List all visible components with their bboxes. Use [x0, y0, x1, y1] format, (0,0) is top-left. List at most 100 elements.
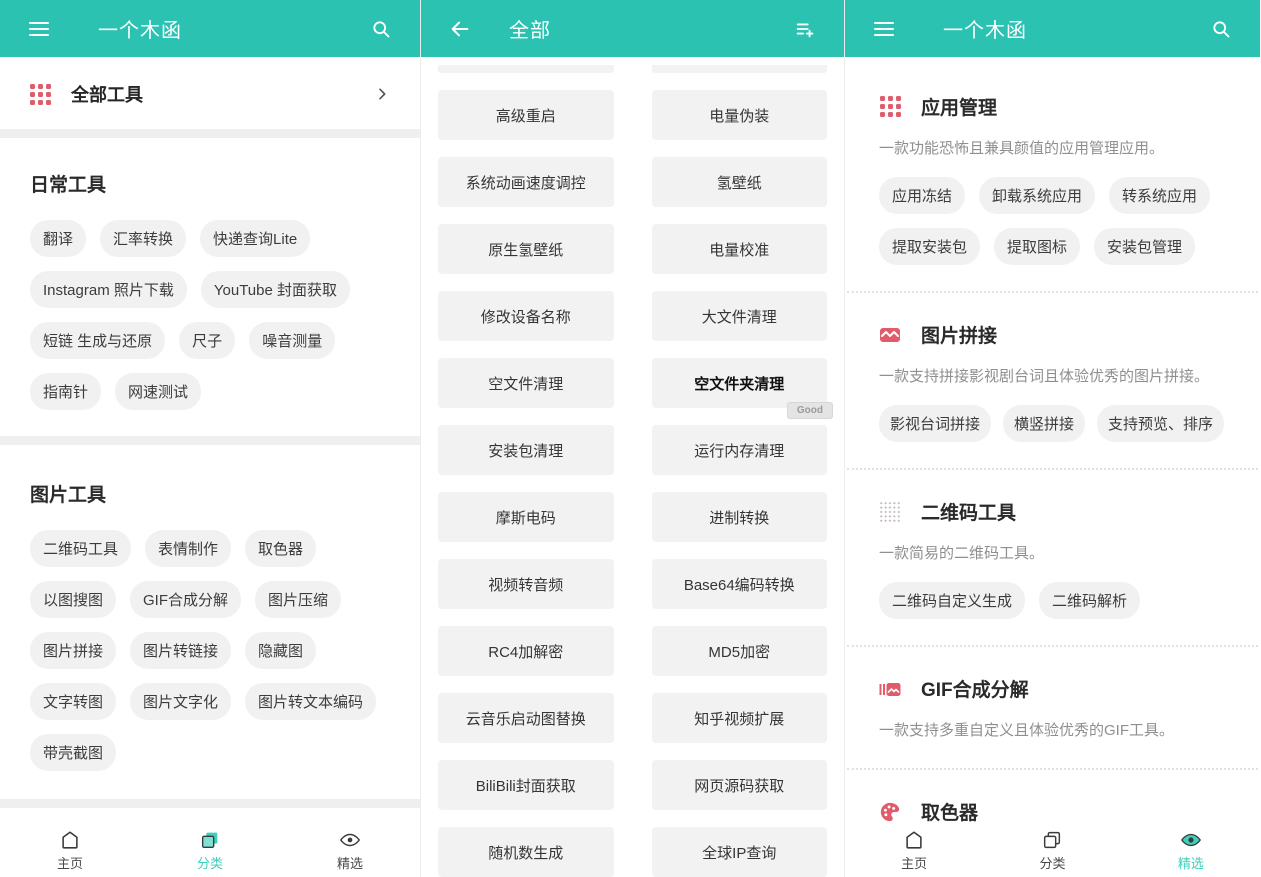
tool-chip[interactable]: 尺子 [179, 322, 235, 359]
feature-chip[interactable]: 应用冻结 [879, 177, 965, 214]
tool-button[interactable]: 氢壁纸 [652, 157, 828, 207]
tool-chip[interactable]: 图片文字化 [130, 683, 231, 720]
tool-chip[interactable]: 快递查询Lite [200, 220, 310, 257]
back-button[interactable] [447, 16, 473, 42]
tool-chip[interactable]: 汇率转换 [100, 220, 186, 257]
tool-chip[interactable]: 取色器 [245, 530, 316, 567]
tool-chip[interactable]: 指南针 [30, 373, 101, 410]
tool-chip[interactable]: 翻译 [30, 220, 86, 257]
feature-chip[interactable]: 横竖拼接 [1003, 405, 1085, 442]
tool-chip[interactable]: 短链 生成与还原 [30, 322, 165, 359]
tool-button[interactable]: 修改设备名称 [438, 291, 614, 341]
divider [847, 768, 1258, 770]
nav-categories[interactable]: 分类 [983, 829, 1121, 872]
featured-title: 图片拼接 [921, 321, 997, 348]
tool-button[interactable]: 空文件清理 [438, 358, 614, 408]
nav-home[interactable]: 主页 [0, 829, 140, 872]
tool-chip[interactable]: GIF合成分解 [130, 581, 241, 618]
tool-chip[interactable]: Instagram 照片下载 [30, 271, 187, 308]
tool-button[interactable]: 大文件清理 [652, 291, 828, 341]
featured-description: 一款功能恐怖且兼具颜值的应用管理应用。 [879, 137, 1226, 158]
sort-button[interactable] [792, 16, 818, 42]
all-tools-grid-icon [30, 84, 51, 105]
nav-home[interactable]: 主页 [845, 829, 983, 872]
tool-chip[interactable]: 图片转文本编码 [245, 683, 376, 720]
featured-description: 一款简易的二维码工具。 [879, 542, 1226, 563]
tool-button[interactable]: 电量伪装 [652, 90, 828, 140]
tool-chip[interactable]: YouTube 封面获取 [201, 271, 350, 308]
nav-label: 主页 [57, 853, 83, 872]
tool-button[interactable]: 电量校准 [652, 224, 828, 274]
tool-button[interactable]: 运行内存清理 [652, 425, 828, 475]
feature-chip[interactable]: 支持预览、排序 [1097, 405, 1224, 442]
eye-icon [338, 829, 362, 851]
tool-chip[interactable]: 图片拼接 [30, 632, 116, 669]
search-button[interactable] [1208, 16, 1234, 42]
tool-chip[interactable]: 噪音测量 [249, 322, 335, 359]
tool-chip[interactable]: 网速测试 [115, 373, 201, 410]
tool-button[interactable]: 摩斯电码 [438, 492, 614, 542]
tool-button[interactable]: 知乎视频扩展 [652, 693, 828, 743]
feature-chip[interactable]: 提取图标 [994, 228, 1080, 265]
featured-image-stitch[interactable]: 图片拼接 一款支持拼接影视剧台词且体验优秀的图片拼接。 影视台词拼接 横竖拼接 … [845, 321, 1260, 442]
tool-button[interactable]: Base64编码转换 [652, 559, 828, 609]
feature-chip[interactable]: 二维码解析 [1039, 582, 1140, 619]
tool-button[interactable]: 随机数生成 [438, 827, 614, 877]
tool-chip[interactable]: 隐藏图 [245, 632, 316, 669]
cutoff-button [438, 65, 614, 73]
feature-chip[interactable]: 二维码自定义生成 [879, 582, 1025, 619]
tool-chip[interactable]: 以图搜图 [30, 581, 116, 618]
tool-chip[interactable]: 文字转图 [30, 683, 116, 720]
tool-button[interactable]: 高级重启 [438, 90, 614, 140]
image-stitch-icon [879, 324, 901, 346]
nav-label: 分类 [197, 853, 223, 872]
nav-categories[interactable]: 分类 [140, 829, 280, 872]
divider [847, 468, 1258, 470]
tool-button[interactable]: 原生氢壁纸 [438, 224, 614, 274]
feature-chip[interactable]: 转系统应用 [1109, 177, 1210, 214]
nav-featured[interactable]: 精选 [1122, 829, 1260, 872]
tool-button[interactable]: 安装包清理 [438, 425, 614, 475]
tool-button[interactable]: 视频转音频 [438, 559, 614, 609]
featured-qrcode-tools[interactable]: 二维码工具 一款简易的二维码工具。 二维码自定义生成 二维码解析 [845, 498, 1260, 619]
tool-button[interactable]: 全球IP查询 [652, 827, 828, 877]
panel-featured: 一个木函 应用管理 一款功能恐怖且兼具颜值的应用管理应用。 应用冻结 卸载系统应… [845, 0, 1260, 877]
tool-grid: 高级重启 电量伪装 系统动画速度调控 氢壁纸 原生氢壁纸 电量校准 修改设备名称… [421, 57, 844, 877]
search-button[interactable] [368, 16, 394, 42]
feature-chip[interactable]: 卸载系统应用 [979, 177, 1095, 214]
tool-chip[interactable]: 二维码工具 [30, 530, 131, 567]
featured-app-management[interactable]: 应用管理 一款功能恐怖且兼具颜值的应用管理应用。 应用冻结 卸载系统应用 转系统… [845, 93, 1260, 265]
menu-button[interactable] [26, 16, 52, 42]
app-management-icon [880, 96, 901, 117]
feature-chip[interactable]: 安装包管理 [1094, 228, 1195, 265]
categories-icon [1041, 829, 1063, 851]
right-bottom-nav: 主页 分类 精选 [845, 824, 1260, 877]
menu-button[interactable] [871, 16, 897, 42]
tool-button-empty-folder-clean[interactable]: 空文件夹清理Good [652, 358, 828, 408]
app-title: 一个木函 [98, 14, 182, 43]
featured-gif-tools[interactable]: GIF合成分解 一款支持多重自定义且体验优秀的GIF工具。 [845, 675, 1260, 740]
nav-label: 分类 [1039, 853, 1065, 872]
tool-button[interactable]: RC4加解密 [438, 626, 614, 676]
feature-chip[interactable]: 提取安装包 [879, 228, 980, 265]
divider [0, 799, 420, 808]
middle-appbar: 全部 [421, 0, 844, 57]
tool-chip[interactable]: 图片压缩 [255, 581, 341, 618]
search-icon [371, 19, 391, 39]
tool-chip[interactable]: 表情制作 [145, 530, 231, 567]
feature-chip[interactable]: 影视台词拼接 [879, 405, 991, 442]
tool-button[interactable]: 云音乐启动图替换 [438, 693, 614, 743]
tool-button[interactable]: MD5加密 [652, 626, 828, 676]
divider [847, 291, 1258, 293]
featured-description: 一款支持多重自定义且体验优秀的GIF工具。 [879, 719, 1226, 740]
tool-chip[interactable]: 图片转链接 [130, 632, 231, 669]
nav-featured[interactable]: 精选 [280, 829, 420, 872]
all-tools-card[interactable]: 全部工具 [0, 57, 420, 129]
tool-button[interactable]: BiliBili封面获取 [438, 760, 614, 810]
tool-button-label: 空文件夹清理 [694, 373, 784, 394]
tool-button[interactable]: 进制转换 [652, 492, 828, 542]
hamburger-icon [874, 22, 894, 36]
tool-button[interactable]: 网页源码获取 [652, 760, 828, 810]
tool-chip[interactable]: 带壳截图 [30, 734, 116, 771]
tool-button[interactable]: 系统动画速度调控 [438, 157, 614, 207]
